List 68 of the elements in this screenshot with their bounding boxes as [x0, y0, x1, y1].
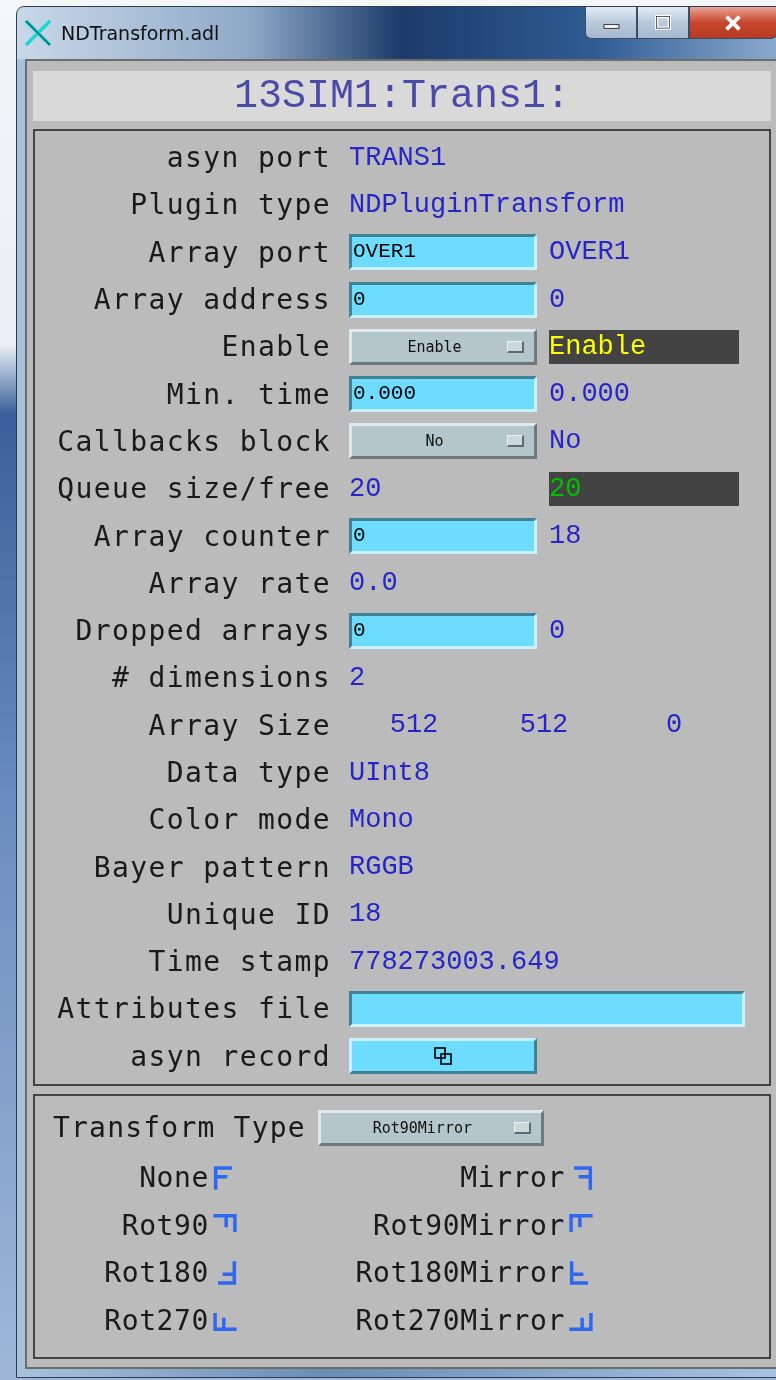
input-field[interactable]	[349, 991, 745, 1027]
transform-type-menu[interactable]: Rot90Mirror	[317, 1109, 544, 1146]
transform-name: Rot90Mirror	[372, 1208, 565, 1242]
readback-value: 20	[349, 473, 382, 504]
parameter-label: Array Size	[147, 708, 332, 742]
minimize-icon	[602, 24, 620, 29]
close-button[interactable]	[689, 7, 776, 39]
readback-value: 18	[349, 899, 382, 930]
maximize-button[interactable]	[637, 7, 689, 39]
transform-name: Rot180	[104, 1256, 209, 1290]
readback-value: RGGB	[349, 852, 414, 883]
window-title: NDTransform.adl	[61, 22, 220, 44]
parameter-label: Attributes file	[56, 992, 332, 1026]
parameter-label: Unique ID	[165, 897, 332, 931]
readback-value: 0	[549, 615, 566, 646]
minimize-button[interactable]	[585, 7, 637, 39]
parameter-label: Array rate	[147, 566, 332, 600]
readback-value: NDPluginTransform	[349, 189, 625, 220]
readback-value: 0.000	[549, 379, 630, 410]
readback-value: No	[549, 426, 582, 457]
input-field[interactable]: OVER1	[349, 234, 537, 271]
parameter-label: Array counter	[92, 519, 332, 553]
readback-value: 778273003.649	[349, 946, 560, 977]
device-prefix-title: 13SIM1:Trans1:	[233, 73, 571, 119]
readback-value: 0	[549, 284, 566, 315]
parameter-label: asyn record	[129, 1039, 332, 1073]
transform-name: Rot180Mirror	[355, 1256, 565, 1290]
readback-value: 18	[549, 521, 582, 551]
parameter-label: Enable	[220, 330, 332, 364]
parameter-label: Color mode	[147, 803, 332, 837]
transform-name: None	[139, 1161, 209, 1195]
parameter-label: Array port	[147, 235, 332, 269]
parameter-label: Dropped arrays	[74, 614, 332, 648]
input-field[interactable]: 0.000	[349, 376, 537, 413]
transform-name: Rot270	[104, 1303, 209, 1337]
related-display-button[interactable]	[349, 1038, 537, 1075]
readback-value: UInt8	[349, 757, 430, 788]
readback-value: 512	[518, 710, 570, 741]
parameter-label: asyn port	[165, 141, 332, 175]
overlapping-squares-icon	[433, 1046, 453, 1067]
readback-value: Mono	[349, 804, 414, 835]
parameter-label: Plugin type	[129, 188, 332, 222]
transform-type-label: Transform Type	[53, 1111, 306, 1145]
parameter-label: Queue size/free	[56, 472, 332, 506]
readback-value: TRANS1	[349, 142, 447, 173]
parameter-label: Min. time	[165, 377, 332, 411]
menu-dropdown[interactable]: Enable	[349, 328, 537, 365]
input-field[interactable]: 0	[349, 281, 537, 318]
readback-value: Enable	[549, 331, 647, 362]
readback-value: 0	[664, 710, 684, 741]
transform-name: Rot270Mirror	[355, 1303, 565, 1337]
transform-name: Rot90	[121, 1208, 209, 1242]
parameter-label: Array address	[92, 283, 332, 317]
input-field[interactable]: 0	[349, 612, 537, 649]
menu-dropdown[interactable]: No	[349, 423, 537, 460]
x-logo-icon	[23, 18, 53, 48]
parameter-label: # dimensions	[110, 661, 332, 695]
parameter-label: Callbacks block	[56, 424, 332, 458]
parameter-label: Data type	[165, 756, 332, 789]
readback-value: 20	[549, 473, 582, 504]
parameter-label: Time stamp	[147, 945, 332, 979]
transform-name: Mirror	[460, 1161, 565, 1195]
readback-value: 0.0	[349, 568, 398, 599]
input-field[interactable]: 0	[349, 518, 537, 554]
parameter-label: Bayer pattern	[92, 850, 332, 884]
readback-value: OVER1	[549, 237, 630, 268]
readback-value: 2	[349, 662, 366, 693]
readback-value: 512	[388, 710, 440, 741]
